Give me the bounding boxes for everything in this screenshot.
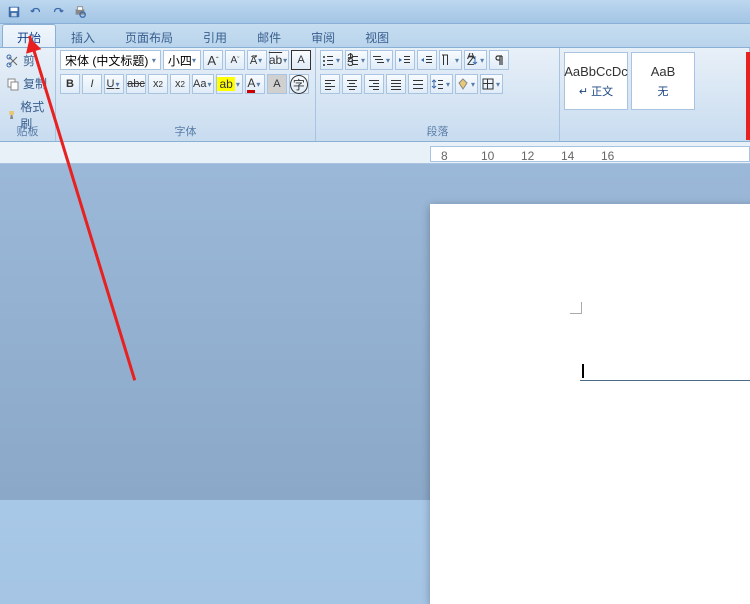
spacing-icon bbox=[431, 77, 445, 91]
ribbon-tabs: 开始 插入 页面布局 引用 邮件 审阅 视图 bbox=[0, 24, 750, 48]
show-marks-button[interactable] bbox=[489, 50, 509, 70]
tab-review[interactable]: 审阅 bbox=[296, 24, 350, 47]
svg-text:3: 3 bbox=[347, 55, 354, 67]
subscript-button[interactable]: x2 bbox=[148, 74, 168, 94]
quick-access-toolbar bbox=[0, 0, 750, 24]
shading-icon bbox=[456, 77, 470, 91]
document-area bbox=[0, 164, 750, 500]
char-border-button[interactable]: A bbox=[291, 50, 311, 70]
align-center-icon bbox=[345, 77, 359, 91]
redo-button[interactable] bbox=[48, 2, 68, 22]
enclose-char-button[interactable]: 字 bbox=[289, 74, 309, 94]
multilevel-button[interactable] bbox=[370, 50, 393, 70]
sort-icon: AZ bbox=[465, 53, 479, 67]
strikethrough-button[interactable]: abc bbox=[126, 74, 146, 94]
font-group: 宋体 (中文标题)▾ 小四▾ Aˆ Aˇ Aึ ab A B I U abc x… bbox=[56, 48, 316, 141]
tab-references[interactable]: 引用 bbox=[188, 24, 242, 47]
bold-button[interactable]: B bbox=[60, 74, 80, 94]
align-right-icon bbox=[367, 77, 381, 91]
phonetic-button[interactable]: ab bbox=[269, 50, 289, 70]
undo-button[interactable] bbox=[26, 2, 46, 22]
borders-button[interactable] bbox=[480, 74, 503, 94]
copy-icon bbox=[6, 77, 20, 91]
align-justify-button[interactable] bbox=[386, 74, 406, 94]
change-case-button[interactable]: Aa bbox=[192, 74, 214, 94]
superscript-button[interactable]: x2 bbox=[170, 74, 190, 94]
bullets-button[interactable] bbox=[320, 50, 343, 70]
style-preview: AaBbCcDc bbox=[564, 64, 628, 79]
align-justify-icon bbox=[389, 77, 403, 91]
borders-icon bbox=[481, 77, 495, 91]
ruler-area: 8 10 12 14 16 bbox=[0, 142, 750, 164]
underline-button[interactable]: U bbox=[104, 74, 124, 94]
line-spacing-button[interactable] bbox=[430, 74, 453, 94]
align-left-button[interactable] bbox=[320, 74, 340, 94]
outdent-icon bbox=[398, 53, 412, 67]
font-color-button[interactable]: A bbox=[245, 74, 265, 94]
text-cursor bbox=[582, 364, 584, 378]
distribute-icon bbox=[411, 77, 425, 91]
paragraph-group: 123 AZ 段落 bbox=[316, 48, 560, 141]
style-preview: AaB bbox=[651, 64, 676, 79]
margin-corner-icon bbox=[570, 302, 582, 314]
svg-text:Z: Z bbox=[467, 54, 474, 67]
scissors-icon bbox=[6, 54, 20, 68]
styles-group: AaBbCcDc ↵ 正文 AaB 无 bbox=[560, 48, 750, 141]
text-direction-button[interactable] bbox=[439, 50, 462, 70]
numbering-icon: 123 bbox=[346, 53, 360, 67]
ruler-mark: 16 bbox=[601, 149, 614, 162]
brush-icon bbox=[6, 108, 17, 122]
annotation-highlight-box bbox=[746, 52, 750, 140]
ribbon: 剪 复制 格式刷 贴板 宋体 (中文标题)▾ 小四▾ Aˆ Aˇ Aึ ab A… bbox=[0, 48, 750, 142]
font-name-value: 宋体 (中文标题) bbox=[65, 52, 148, 69]
style-name: 无 bbox=[658, 83, 669, 99]
align-left-icon bbox=[323, 77, 337, 91]
save-button[interactable] bbox=[4, 2, 24, 22]
tab-page-layout[interactable]: 页面布局 bbox=[110, 24, 188, 47]
print-preview-button[interactable] bbox=[70, 2, 90, 22]
numbering-button[interactable]: 123 bbox=[345, 50, 368, 70]
italic-button[interactable]: I bbox=[82, 74, 102, 94]
tab-insert[interactable]: 插入 bbox=[56, 24, 110, 47]
highlight-button[interactable]: ab bbox=[216, 74, 242, 94]
style-name: ↵ 正文 bbox=[579, 83, 613, 99]
ruler-mark: 10 bbox=[481, 149, 494, 162]
align-right-button[interactable] bbox=[364, 74, 384, 94]
style-normal[interactable]: AaBbCcDc ↵ 正文 bbox=[564, 52, 628, 110]
sort-button[interactable]: AZ bbox=[464, 50, 487, 70]
increase-indent-button[interactable] bbox=[417, 50, 437, 70]
style-none[interactable]: AaB 无 bbox=[631, 52, 695, 110]
indent-icon bbox=[420, 53, 434, 67]
clear-format-button[interactable]: Aึ bbox=[247, 50, 267, 70]
char-shading-button[interactable]: A bbox=[267, 74, 287, 94]
document-page[interactable] bbox=[430, 204, 750, 604]
horizontal-ruler[interactable]: 8 10 12 14 16 bbox=[430, 146, 750, 162]
align-center-button[interactable] bbox=[342, 74, 362, 94]
font-size-value: 小四 bbox=[168, 52, 192, 69]
font-name-select[interactable]: 宋体 (中文标题)▾ bbox=[60, 50, 161, 70]
underline-mark bbox=[580, 380, 750, 381]
shading-button[interactable] bbox=[455, 74, 478, 94]
grow-font-button[interactable]: Aˆ bbox=[203, 50, 223, 70]
pilcrow-icon bbox=[492, 53, 506, 67]
multilevel-icon bbox=[371, 53, 385, 67]
font-group-label: 字体 bbox=[56, 123, 315, 139]
tab-view[interactable]: 视图 bbox=[350, 24, 404, 47]
shrink-font-button[interactable]: Aˇ bbox=[225, 50, 245, 70]
align-distribute-button[interactable] bbox=[408, 74, 428, 94]
tab-mailings[interactable]: 邮件 bbox=[242, 24, 296, 47]
clipboard-group-label: 贴板 bbox=[0, 123, 55, 139]
paragraph-group-label: 段落 bbox=[316, 123, 559, 139]
decrease-indent-button[interactable] bbox=[395, 50, 415, 70]
direction-icon bbox=[440, 53, 454, 67]
ruler-mark: 8 bbox=[441, 149, 448, 162]
font-size-select[interactable]: 小四▾ bbox=[163, 50, 201, 70]
ruler-mark: 14 bbox=[561, 149, 574, 162]
bullets-icon bbox=[321, 53, 335, 67]
ruler-mark: 12 bbox=[521, 149, 534, 162]
